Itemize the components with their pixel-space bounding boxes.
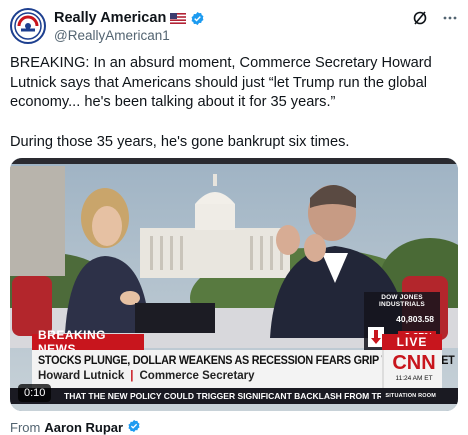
guest-name: Howard Lutnick bbox=[38, 370, 125, 382]
network-name: CNN bbox=[392, 352, 435, 373]
broadcast-time: 11:24 AM ET bbox=[395, 375, 433, 382]
post-header: Really American @ReallyAmerican1 bbox=[10, 6, 458, 46]
crawl-text: THAT THE NEW POLICY COULD TRIGGER SIGNIF… bbox=[64, 391, 404, 401]
chyron-divider: | bbox=[130, 370, 134, 382]
video-source: From Aaron Rupar bbox=[10, 419, 141, 435]
guest-title: Commerce Secretary bbox=[139, 370, 255, 382]
breaking-news-label: BREAKING NEWS bbox=[32, 328, 144, 356]
video-player[interactable]: DOW JONES INDUSTRIALS 40,803.58 -3.37% -… bbox=[10, 158, 458, 411]
us-flag-icon bbox=[170, 12, 187, 24]
network-bug: CNN 11:24 AM ET bbox=[382, 350, 442, 388]
avatar[interactable] bbox=[10, 8, 46, 44]
handle[interactable]: @ReallyAmerican1 bbox=[54, 28, 170, 43]
really-american-logo-icon bbox=[14, 12, 42, 40]
header-actions bbox=[412, 10, 458, 26]
live-label: LIVE bbox=[382, 334, 442, 350]
video-duration: 0:10 bbox=[18, 384, 52, 402]
display-name[interactable]: Really American bbox=[54, 10, 166, 26]
ticker-title: DOW JONES INDUSTRIALS bbox=[379, 294, 425, 308]
news-crawl: THAT THE NEW POLICY COULD TRIGGER SIGNIF… bbox=[10, 388, 458, 404]
verified-badge-icon bbox=[127, 419, 141, 435]
post-text-paragraph-2: During those 35 years, he's gone bankrup… bbox=[10, 133, 350, 150]
post-text: BREAKING: In an absurd moment, Commerce … bbox=[10, 54, 460, 152]
verified-badge-icon bbox=[190, 11, 205, 26]
cnn-logo-icon: CNN bbox=[392, 352, 435, 373]
post-text-paragraph-1: BREAKING: In an absurd moment, Commerce … bbox=[10, 55, 432, 110]
show-name: SITUATION ROOM bbox=[381, 388, 440, 404]
ticker-value: 40,803.58 bbox=[396, 314, 434, 324]
from-name[interactable]: Aaron Rupar bbox=[44, 420, 123, 435]
grok-icon[interactable] bbox=[412, 10, 428, 26]
chyron: STOCKS PLUNGE, DOLLAR WEAKENS AS RECESSI… bbox=[32, 350, 455, 388]
chyron-subline: Howard Lutnick | Commerce Secretary bbox=[38, 370, 255, 382]
from-label: From bbox=[10, 420, 41, 435]
more-options-icon[interactable] bbox=[442, 10, 458, 26]
name-row: Really American bbox=[54, 10, 205, 26]
